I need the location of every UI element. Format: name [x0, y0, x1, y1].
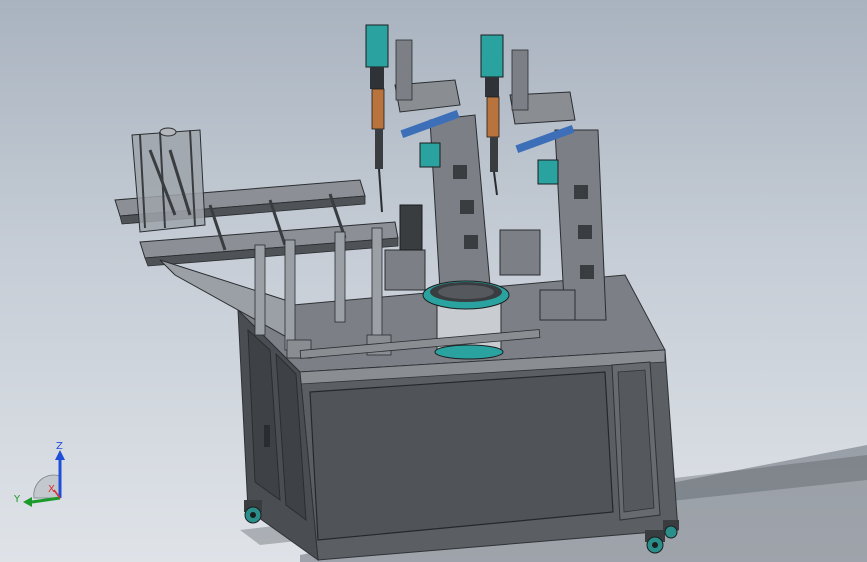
z-axis-label: Z [56, 441, 63, 452]
left-upright [429, 114, 491, 291]
side-bracket [539, 289, 576, 321]
door-handle [264, 425, 270, 447]
caster-left-front [244, 500, 262, 524]
screwdriver-left [365, 24, 441, 213]
y-axis [31, 496, 61, 504]
cabinet-door [309, 371, 614, 541]
triad-plane [33, 474, 61, 499]
y-arrow-icon [23, 497, 32, 507]
x-axis-label: X [48, 484, 55, 495]
left-motor [384, 204, 426, 291]
right-motor [499, 229, 541, 276]
machine-model[interactable] [0, 0, 867, 562]
y-axis-label: Y [13, 494, 21, 505]
cad-viewport[interactable]: Z Y X [0, 0, 867, 562]
left-fixture [131, 127, 206, 233]
orientation-triad[interactable]: Z Y X [10, 440, 80, 515]
caster-right-front [645, 530, 665, 554]
caster-right-back [663, 520, 679, 539]
